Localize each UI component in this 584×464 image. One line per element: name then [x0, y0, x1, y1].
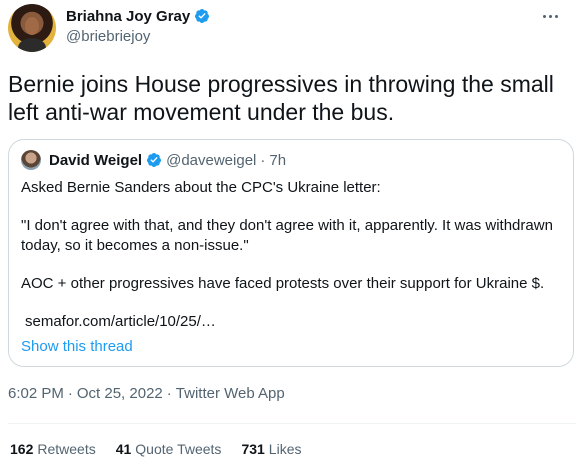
quoted-line: "I don't agree with that, and they don't… [21, 217, 553, 254]
divider [8, 423, 576, 424]
quoted-tweet-time: 7h [269, 151, 287, 169]
quoted-link[interactable]: semafor.com/article/10/25/… [21, 312, 561, 332]
tweet-text: Bernie joins House progressives in throw… [8, 71, 554, 125]
retweets-stat[interactable]: 162 Retweets [10, 441, 96, 457]
quoted-line: Asked Bernie Sanders about the CPC's Ukr… [21, 179, 381, 196]
quoted-author-name: David Weigel [49, 151, 143, 169]
quoted-author-handle: @daveweigel [166, 151, 257, 169]
quote-tweets-label: Quote Tweets [135, 441, 222, 457]
quoted-tweet-body: Asked Bernie Sanders about the CPC's Ukr… [21, 178, 561, 332]
likes-stat[interactable]: 731 Likes [241, 441, 301, 457]
verified-icon [195, 9, 210, 23]
separator: · [166, 385, 172, 402]
show-thread-link[interactable]: Show this thread [21, 338, 133, 355]
quoted-tweet[interactable]: David Weigel @daveweigel · 7h Asked Bern… [8, 139, 574, 367]
tweet-source-app[interactable]: Twitter Web App [176, 385, 285, 402]
author-block: Briahna Joy Gray @briebriejoy [66, 6, 210, 45]
tweet-meta: 6:02 PM · Oct 25, 2022 · Twitter Web App [8, 385, 285, 402]
separator: · [260, 151, 266, 169]
quoted-author-avatar [21, 150, 41, 170]
retweets-label: Retweets [37, 441, 96, 457]
tweet-time[interactable]: 6:02 PM [8, 385, 64, 402]
quoted-tweet-header: David Weigel @daveweigel · 7h [21, 150, 286, 170]
tweet-stats: 162 Retweets 41 Quote Tweets 731 Likes [10, 441, 301, 457]
retweets-count: 162 [10, 441, 34, 457]
separator: · [67, 385, 73, 402]
tweet-date[interactable]: Oct 25, 2022 [77, 385, 163, 402]
author-avatar[interactable] [8, 4, 56, 52]
likes-count: 731 [241, 441, 265, 457]
quote-tweets-stat[interactable]: 41 Quote Tweets [116, 441, 222, 457]
verified-icon [147, 153, 162, 167]
likes-label: Likes [268, 441, 302, 457]
more-icon[interactable] [536, 6, 564, 26]
quote-tweets-count: 41 [115, 441, 132, 457]
author-handle[interactable]: @briebriejoy [66, 28, 210, 45]
author-name[interactable]: Briahna Joy Gray [66, 8, 190, 25]
quoted-line: AOC + other progressives have faced prot… [21, 275, 545, 292]
